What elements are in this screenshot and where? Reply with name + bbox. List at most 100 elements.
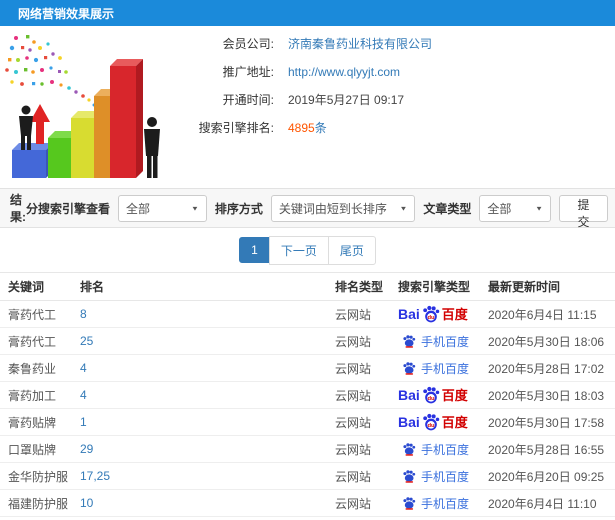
chevron-down-icon: ▼	[399, 204, 408, 212]
column-header-3: 搜索引擎类型	[398, 280, 471, 294]
baidu-paw-icon: du	[423, 386, 440, 404]
baidu-pc-logo: Bai du 百度	[398, 304, 468, 324]
info-row: 会员公司: 济南秦鲁药业科技有限公司	[178, 36, 432, 51]
mobile-baidu-label: 手机百度	[421, 496, 470, 511]
rank-type-cell: 云网站	[335, 334, 372, 349]
submit-button[interactable]: 提交	[559, 194, 609, 229]
up-arrow-icon	[30, 104, 50, 144]
rank-type-cell: 云网站	[335, 307, 372, 322]
engine-cell: Bai du 百度	[398, 412, 483, 432]
mobile-baidu-paw-icon	[403, 497, 416, 510]
keyword-cell: 口罩贴牌	[8, 442, 57, 457]
info-section: 会员公司: 济南秦鲁药业科技有限公司推广地址: http://www.qlyyjt.…	[0, 26, 615, 188]
mobile-baidu-logo: 手机百度	[398, 441, 469, 458]
filter-controls: 分搜索引擎查看 全部 ▼ 排序方式 关键词由短到长排序 ▼ 文章类型 全部 ▼ 提交	[25, 194, 609, 229]
table-row: 金华防护服 17,25 云网站 手机百度 2020年6月20日 09:25	[0, 463, 615, 490]
keyword-cell: 金华防护服	[8, 469, 69, 484]
table-row: 秦鲁药业 4 云网站 手机百度 2020年5月28日 17:02	[0, 355, 615, 382]
engine-cell: 手机百度	[398, 333, 483, 350]
mobile-baidu-logo: 手机百度	[398, 495, 469, 512]
rank-type-cell: 云网站	[335, 415, 372, 430]
info-field-label: 开通时间:	[222, 93, 274, 107]
rank-link[interactable]: 1	[80, 415, 87, 429]
keyword-cell: 膏药代工	[8, 334, 57, 349]
column-header-0: 关键词	[8, 280, 45, 294]
keyword-cell: 膏药加工	[8, 388, 57, 403]
baidu-pc-logo: Bai du 百度	[398, 385, 468, 405]
page-current[interactable]: 1	[239, 237, 270, 263]
rank-link[interactable]: 17,25	[80, 469, 110, 483]
chevron-down-icon: ▼	[535, 204, 544, 212]
info-field-link[interactable]: 济南秦鲁药业科技有限公司	[288, 35, 432, 52]
rank-cell: 1	[80, 415, 335, 429]
rank-type-cell: 云网站	[335, 388, 372, 403]
updated-cell: 2020年5月30日 18:03	[488, 388, 605, 403]
filter-select-2[interactable]: 全部 ▼	[479, 194, 552, 222]
info-field-link[interactable]: http://www.qlyyjt.com	[288, 65, 400, 79]
mobile-baidu-logo: 手机百度	[398, 333, 469, 350]
mobile-baidu-paw-icon	[403, 362, 416, 375]
column-header-2: 排名类型	[335, 280, 384, 294]
table-row: 福建防护服 10 云网站 手机百度 2020年6月4日 11:10	[0, 490, 615, 517]
select-current-value: 全部	[487, 201, 512, 216]
rank-cell: 8	[80, 307, 335, 321]
updated-cell: 2020年5月28日 17:02	[488, 361, 605, 376]
page-title: 网络营销效果展示	[18, 6, 115, 21]
rank-link[interactable]: 4	[80, 361, 87, 375]
baidu-logo-bai: Bai	[398, 306, 420, 322]
keyword-cell: 膏药贴牌	[8, 415, 57, 430]
baidu-logo-bai: Bai	[398, 414, 420, 430]
updated-cell: 2020年5月28日 16:55	[488, 442, 605, 457]
mobile-baidu-paw-icon	[403, 335, 416, 348]
mobile-baidu-label: 手机百度	[421, 469, 470, 484]
mobile-baidu-label: 手机百度	[421, 442, 470, 457]
column-header-4: 最新更新时间	[488, 280, 561, 294]
keyword-rank-table: 关键词 排名 排名类型 搜索引擎类型 最新更新时间 膏药代工 8 云网站 Bai du 百度 202…	[0, 272, 615, 520]
rank-cell: 29	[80, 442, 335, 456]
engine-cell: 手机百度	[398, 495, 483, 512]
page-link[interactable]: 下一页	[268, 235, 329, 265]
mobile-baidu-paw-icon	[403, 443, 416, 456]
select-current-value: 全部	[126, 201, 151, 216]
filter-label-1: 排序方式	[214, 201, 263, 216]
baidu-logo-bai: Bai	[398, 387, 420, 403]
updated-cell: 2020年5月30日 17:58	[488, 415, 605, 430]
rank-cell: 10	[80, 496, 335, 510]
rank-link[interactable]: 25	[80, 334, 93, 348]
engine-cell: Bai du 百度	[398, 385, 483, 405]
table-row: 口罩贴牌 29 云网站 手机百度 2020年5月28日 16:55	[0, 436, 615, 463]
search-rank-unit-link[interactable]: 条	[315, 119, 327, 136]
keyword-cell: 膏药代工	[8, 307, 57, 322]
info-field-label: 会员公司:	[222, 37, 274, 51]
rank-cell: 4	[80, 361, 335, 375]
mobile-baidu-paw-icon	[403, 470, 416, 483]
updated-cell: 2020年5月30日 18:06	[488, 334, 605, 349]
baidu-paw-icon: du	[423, 305, 440, 323]
info-row: 开通时间: 2019年5月27日 09:17	[178, 92, 432, 107]
rank-link[interactable]: 8	[80, 307, 87, 321]
column-header-1: 排名	[80, 280, 105, 294]
updated-cell: 2020年6月4日 11:15	[488, 307, 597, 322]
table-body: 膏药代工 8 云网站 Bai du 百度 2020年6月4日 11:15 膏药代工 25 云网站手…	[0, 301, 615, 520]
filter-label-0: 分搜索引擎查看	[25, 201, 110, 216]
mobile-baidu-logo: 手机百度	[398, 468, 469, 485]
page-title-bar: 网络营销效果展示	[0, 0, 615, 26]
engine-cell: 手机百度	[398, 360, 483, 377]
info-field-label: 搜索引擎排名:	[198, 121, 274, 135]
filter-select-0[interactable]: 全部 ▼	[118, 194, 207, 222]
rank-link[interactable]: 10	[80, 496, 93, 510]
result-label: 结果:	[10, 193, 26, 224]
table-row: 膏药代工 8 云网站 Bai du 百度 2020年6月4日 11:15	[0, 301, 615, 328]
page-link[interactable]: 尾页	[327, 235, 376, 265]
info-row: 推广地址: http://www.qlyyjt.com	[178, 64, 432, 80]
filter-select-1[interactable]: 关键词由短到长排序 ▼	[270, 194, 416, 222]
rank-link[interactable]: 4	[80, 388, 87, 402]
mobile-baidu-label: 手机百度	[421, 361, 470, 376]
search-rank-count: 4895	[288, 120, 315, 135]
rank-link[interactable]: 29	[80, 442, 93, 456]
table-header-row: 关键词 排名 排名类型 搜索引擎类型 最新更新时间	[0, 273, 615, 301]
updated-cell: 2020年6月4日 11:10	[488, 496, 597, 511]
rank-type-cell: 云网站	[335, 361, 372, 376]
engine-cell: 手机百度	[398, 441, 483, 458]
baidu-logo-cn: 百度	[441, 387, 468, 403]
